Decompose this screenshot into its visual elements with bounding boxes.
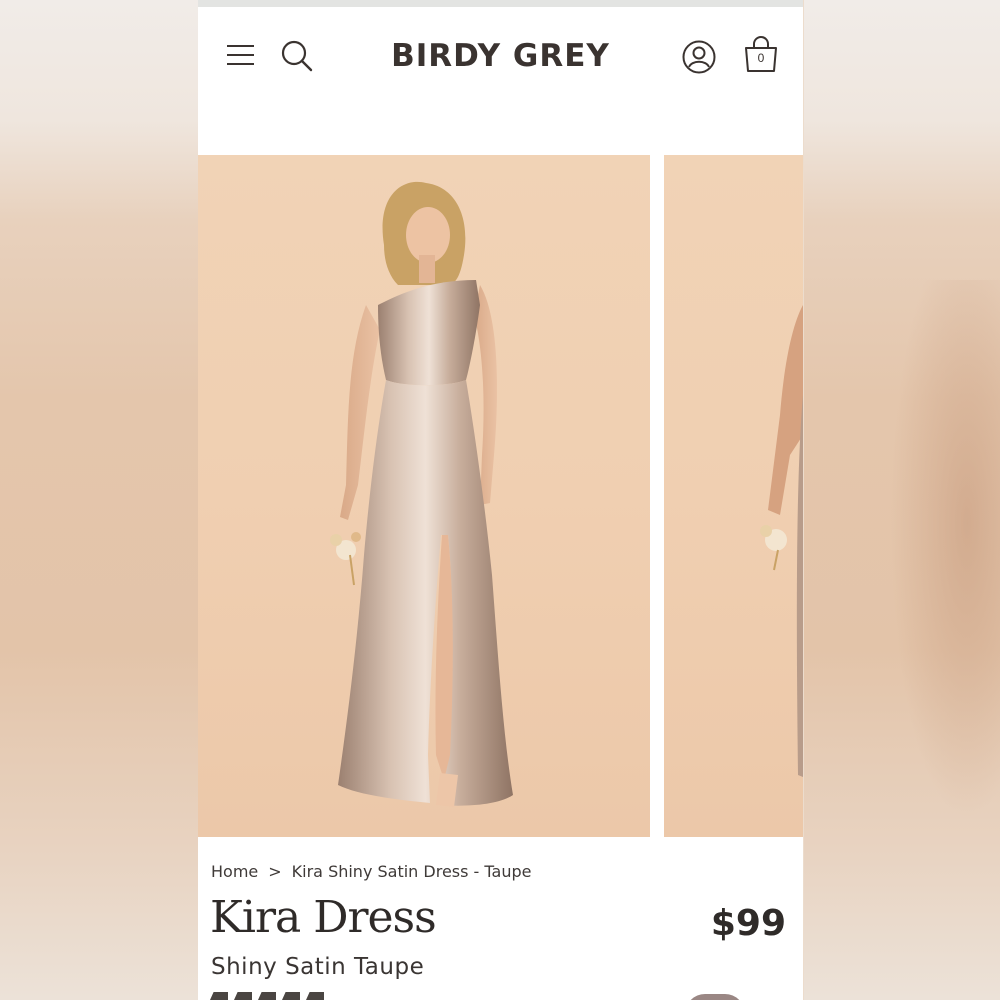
breadcrumb-home-link[interactable]: Home [211, 862, 258, 881]
status-bar [198, 0, 803, 7]
product-image-gallery[interactable] [198, 155, 803, 837]
user-account-icon[interactable] [681, 39, 717, 75]
bouquet [330, 532, 361, 586]
brand-logo[interactable]: BIRDY GREY [378, 38, 623, 74]
site-header: BIRDY GREY 0 [198, 7, 803, 155]
blurred-background-left [0, 0, 198, 1000]
kira-dress-side-photo[interactable] [664, 155, 803, 837]
hamburger-menu-icon[interactable] [226, 42, 256, 68]
kira-dress-front-photo[interactable] [198, 155, 650, 837]
search-icon[interactable] [280, 39, 314, 73]
product-subtitle: Shiny Satin Taupe [211, 954, 425, 980]
shopping-bag-icon[interactable]: 0 [742, 35, 780, 75]
product-title: Kira Dress [210, 892, 437, 943]
rating-stars[interactable] [210, 992, 328, 1000]
breadcrumb-separator: > [268, 862, 282, 881]
blurred-figure [890, 280, 1000, 820]
mobile-page: BIRDY GREY 0 Home > Kira Shiny Satin Dre… [198, 0, 803, 1000]
cart-count-badge: 0 [757, 51, 765, 65]
breadcrumb: Home > Kira Shiny Satin Dress - Taupe [211, 862, 531, 881]
breadcrumb-current-link[interactable]: Kira Shiny Satin Dress - Taupe [292, 862, 532, 881]
color-swatch[interactable] [685, 994, 745, 1000]
product-price: $99 [710, 903, 786, 944]
